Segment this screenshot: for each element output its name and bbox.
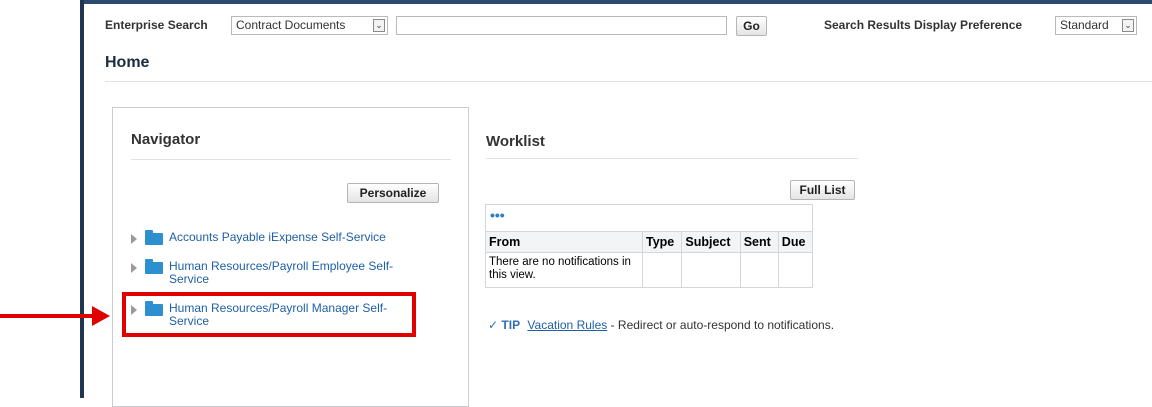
table-cell: [642, 252, 683, 287]
search-scope-value: Contract Documents: [236, 18, 346, 32]
chevron-down-icon[interactable]: ⌄: [373, 19, 385, 32]
more-actions-icon[interactable]: •••: [486, 205, 812, 232]
personalize-button[interactable]: Personalize: [347, 183, 439, 203]
table-cell: [681, 252, 741, 287]
column-header-subject[interactable]: Subject: [681, 232, 741, 253]
column-header-from[interactable]: From: [486, 232, 643, 253]
worklist-divider: [486, 158, 858, 159]
navigator-divider: [131, 159, 451, 160]
window-frame-top: [80, 0, 1152, 4]
tip-label: TIP: [501, 318, 521, 332]
search-scope-select[interactable]: Contract Documents ⌄: [231, 16, 388, 35]
vacation-rules-link[interactable]: Vacation Rules: [527, 318, 607, 332]
tip-text: - Redirect or auto-respond to notificati…: [607, 318, 835, 332]
highlight-box: [122, 292, 416, 337]
search-input[interactable]: [396, 16, 727, 35]
worklist-table: ••• From Type Subject Sent Due There are…: [485, 204, 813, 288]
navigator-item-label[interactable]: Human Resources/Payroll Employee Self-Se…: [169, 260, 419, 286]
chevron-down-icon[interactable]: ⌄: [1122, 19, 1134, 32]
column-header-due[interactable]: Due: [778, 232, 812, 253]
navigator-panel: [112, 107, 469, 407]
folder-icon: [145, 259, 163, 274]
pointer-arrow-icon: [92, 306, 110, 326]
empty-notifications-message: There are no notifications in this view.: [486, 252, 643, 287]
navigator-item-label[interactable]: Accounts Payable iExpense Self-Service: [169, 231, 419, 244]
expand-triangle-icon[interactable]: [131, 263, 137, 273]
check-icon: ✓: [488, 318, 499, 332]
column-header-sent[interactable]: Sent: [740, 232, 779, 253]
pointer-arrow-shaft: [0, 314, 94, 318]
notifications-grid: From Type Subject Sent Due There are no …: [486, 232, 812, 287]
go-button[interactable]: Go: [736, 16, 767, 36]
window-frame-left: [80, 0, 84, 398]
table-row: There are no notifications in this view.: [486, 252, 812, 288]
display-preference-select[interactable]: Standard ⌄: [1055, 16, 1137, 35]
column-header-type[interactable]: Type: [642, 232, 683, 253]
full-list-button[interactable]: Full List: [790, 180, 855, 200]
title-divider: [105, 81, 1152, 82]
table-cell: [778, 253, 812, 288]
table-header-row: From Type Subject Sent Due: [486, 232, 812, 253]
display-preference-value: Standard: [1060, 18, 1109, 32]
tip-line: ✓ TIP Vacation Rules - Redirect or auto-…: [488, 318, 834, 332]
folder-icon: [145, 230, 163, 245]
worklist-title: Worklist: [486, 133, 545, 150]
page-title: Home: [105, 54, 150, 71]
enterprise-search-label: Enterprise Search: [105, 18, 208, 32]
navigator-title: Navigator: [131, 131, 201, 148]
display-preference-label: Search Results Display Preference: [824, 18, 1023, 32]
expand-triangle-icon[interactable]: [131, 234, 137, 244]
table-cell: [740, 252, 779, 287]
